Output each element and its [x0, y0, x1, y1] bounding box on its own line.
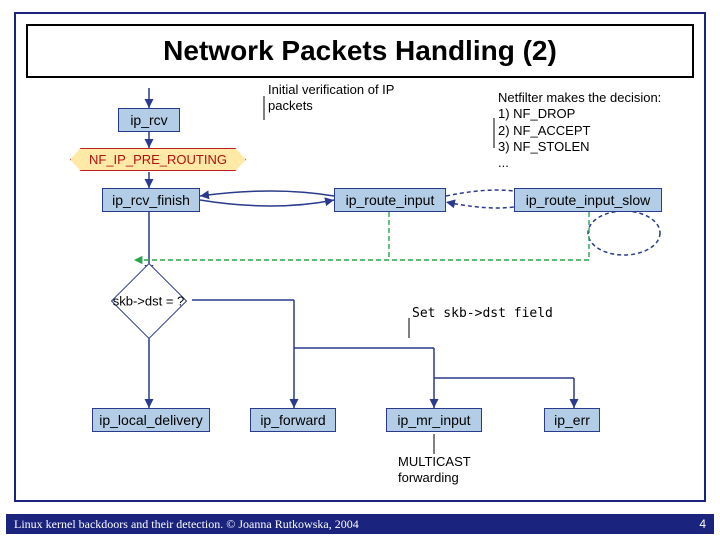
- note-set-skb-dst: Set skb->dst field: [412, 306, 572, 322]
- note-multicast: MULTICAST forwarding: [398, 454, 498, 487]
- box-ip-forward: ip_forward: [250, 408, 336, 432]
- note-initial-verification: Initial verification of IP packets: [268, 82, 428, 115]
- note-netfilter: Netfilter makes the decision: 1) NF_DROP…: [498, 90, 668, 171]
- diamond-skb-dst: skb->dst = ?: [111, 263, 187, 339]
- diamond-label: skb->dst = ?: [113, 294, 185, 309]
- footer-bar: Linux kernel backdoors and their detecti…: [6, 514, 714, 534]
- box-ip-rcv: ip_rcv: [118, 108, 180, 132]
- box-ip-route-input: ip_route_input: [334, 188, 446, 212]
- box-ip-local-delivery: ip_local_delivery: [92, 408, 210, 432]
- box-ip-mr-input: ip_mr_input: [386, 408, 482, 432]
- footer-text: Linux kernel backdoors and their detecti…: [14, 517, 359, 532]
- hex-nf-ip-pre-routing: NF_IP_PRE_ROUTING: [70, 148, 246, 171]
- page-number: 4: [699, 517, 706, 531]
- box-ip-rcv-finish: ip_rcv_finish: [102, 188, 200, 212]
- box-ip-err: ip_err: [544, 408, 600, 432]
- box-ip-route-input-slow: ip_route_input_slow: [514, 188, 662, 212]
- diagram-area: ip_rcv NF_IP_PRE_ROUTING ip_rcv_finish i…: [14, 88, 706, 500]
- slide-title: Network Packets Handling (2): [26, 24, 694, 78]
